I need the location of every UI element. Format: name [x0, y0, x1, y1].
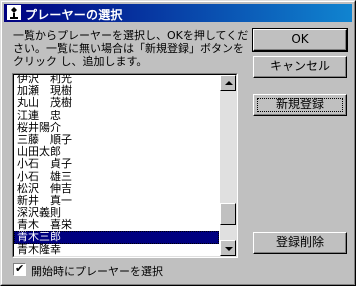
list-item[interactable]: 丸山 茂樹 [14, 97, 219, 109]
startup-select-label: 開始時にプレーヤーを選択 [31, 265, 163, 278]
instruction-text: 一覧からプレーヤーを選択し、OKを押してください。一覧に無い場合は「新規登録」ボ… [13, 29, 249, 68]
player-select-dialog: プレーヤーの選択 一覧からプレーヤーを選択し、OKを押してください。一覧に無い場… [0, 0, 356, 286]
list-item[interactable]: 小石 貞子 [14, 158, 219, 170]
scroll-thumb[interactable] [220, 203, 236, 225]
player-list: 伊沢 利光 加瀬 現樹 丸山 茂樹 江連 忠桜井陽介 三藤 順子 山田太郎 小石 貞子 小石 … [14, 75, 219, 256]
list-item[interactable]: 小石 雄三 [14, 170, 219, 183]
new-register-button[interactable]: 新規登録 [253, 94, 347, 116]
startup-select-checkbox[interactable]: ✔ [13, 262, 26, 276]
ok-button[interactable]: OK [252, 28, 348, 52]
arrow-up-icon [225, 81, 233, 85]
cancel-button[interactable]: キャンセル [253, 56, 347, 78]
player-listbox[interactable]: 伊沢 利光 加瀬 現樹 丸山 茂樹 江連 忠桜井陽介 三藤 順子 山田太郎 小石 貞子 小石 … [12, 73, 238, 258]
list-item[interactable]: 青木三郎 [14, 231, 219, 244]
delete-register-button[interactable]: 登録削除 [253, 232, 347, 254]
scroll-up-button[interactable] [220, 75, 236, 91]
list-item[interactable]: 青木隆幸 [14, 243, 219, 256]
list-item[interactable]: 江連 忠 [14, 109, 219, 122]
vertical-scrollbar[interactable] [220, 75, 236, 256]
app-icon [7, 5, 21, 20]
window-title: プレーヤーの選択 [25, 8, 123, 22]
arrow-down-icon [225, 247, 233, 251]
title-bar[interactable]: プレーヤーの選択 [4, 4, 352, 22]
scroll-down-button[interactable] [220, 240, 236, 256]
checkmark-icon: ✔ [15, 262, 25, 275]
